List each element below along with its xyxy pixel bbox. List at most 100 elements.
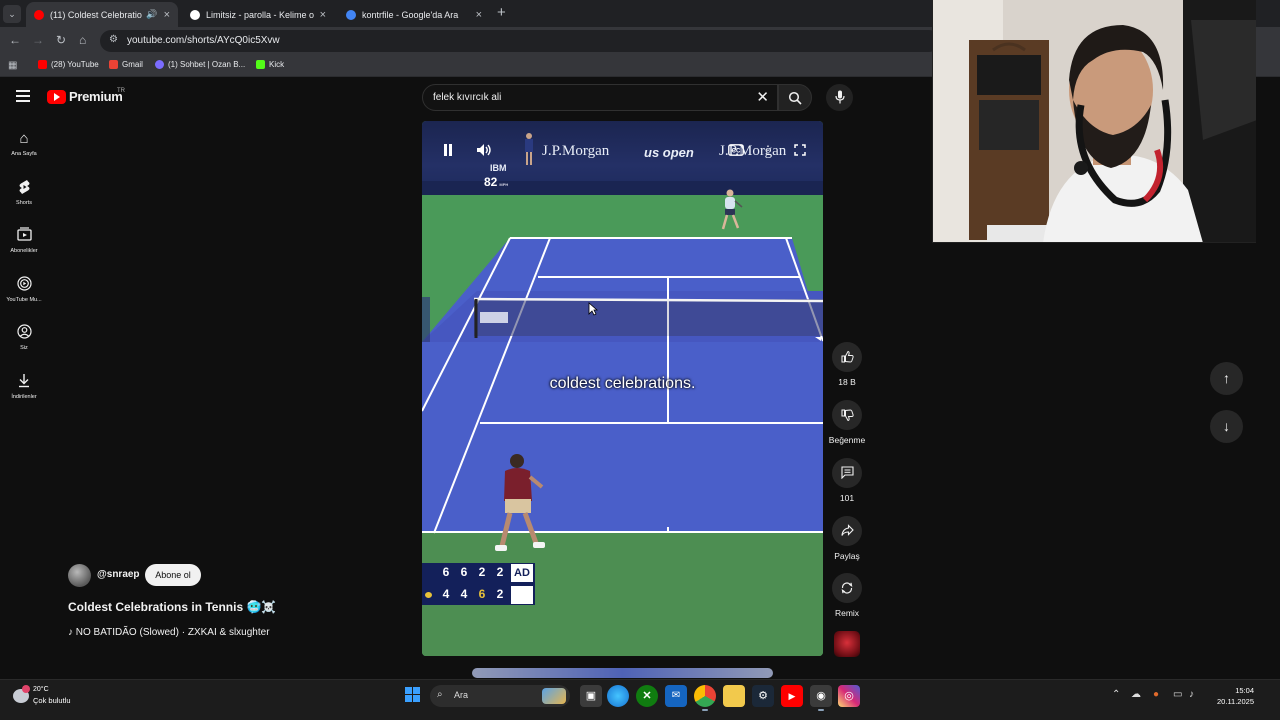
youtube-app-icon[interactable]: ▶ — [781, 685, 803, 707]
system-clock[interactable]: 15:04 20.11.2025 — [1206, 685, 1254, 707]
tab-youtube-short[interactable]: (11) Coldest Celebrations in 🔊 × — [26, 2, 178, 27]
channel-handle[interactable]: @snraep — [97, 569, 140, 580]
xbox-icon[interactable]: ✕ — [636, 685, 658, 707]
sidebar-item-label: Shorts — [16, 200, 32, 206]
file-explorer-icon[interactable] — [723, 685, 745, 707]
sidebar-item-downloads[interactable]: İndirilenler — [0, 373, 48, 400]
speaker-tray-icon[interactable]: ♪ — [1189, 689, 1194, 700]
scoreboard: 6 6 2 2 AD 4 4 6 2 — [422, 563, 535, 605]
windows-taskbar: 20°C Çok bulutlu ⌕ Ara ▣ ✕ ✉ ⚙ ▶ ◉ ◎ ⌃ ☁… — [0, 679, 1280, 720]
search-input[interactable]: felek kıvırcık ali ✕ — [422, 84, 778, 111]
address-input[interactable]: ⚙ youtube.com/shorts/AYcQ0ic5Xvw — [100, 30, 940, 52]
volume-button[interactable] — [472, 138, 496, 162]
reload-icon[interactable]: ↻ — [56, 33, 66, 47]
sidebar-item-label: Siz — [20, 345, 28, 351]
sponsor-jpmorgan-left: J.P.Morgan — [542, 143, 610, 159]
tray-chevron-up-icon[interactable]: ⌃ — [1112, 689, 1120, 700]
share-icon — [832, 516, 862, 546]
search-highlight-icon — [542, 688, 566, 704]
comments-button[interactable]: 101 — [826, 458, 868, 503]
speaker-icon[interactable]: 🔊 — [146, 9, 157, 20]
steam-icon[interactable]: ⚙ — [752, 685, 774, 707]
chrome-icon[interactable] — [694, 685, 716, 711]
taskbar-search-placeholder: Ara — [454, 690, 469, 700]
site-info-icon[interactable]: ⚙ — [109, 34, 118, 45]
score-cell: 2 — [496, 587, 504, 601]
next-short-preview[interactable] — [472, 668, 773, 678]
weather-alert-badge — [22, 685, 30, 693]
sidebar-item-subscriptions[interactable]: Abonelikler — [0, 227, 48, 254]
share-label: Paylaş — [834, 551, 860, 561]
microphone-tray-icon[interactable]: ● — [1153, 689, 1159, 700]
sound-thumbnail[interactable] — [834, 631, 860, 657]
task-view-icon[interactable]: ▣ — [580, 685, 602, 707]
onedrive-cloud-icon[interactable]: ☁ — [1131, 689, 1141, 700]
sidebar-item-home[interactable]: ⌂ Ana Sayfa — [0, 130, 48, 157]
bookmark-gmail[interactable]: Gmail — [109, 60, 143, 69]
svg-text:CC: CC — [732, 149, 741, 155]
shorts-video-player[interactable]: J.P.Morgan us open J.P.Morgan IBM 82 MPH … — [422, 121, 823, 656]
channel-avatar[interactable] — [68, 564, 91, 587]
home-icon: ⌂ — [19, 130, 29, 147]
share-button[interactable]: Paylaş — [826, 516, 868, 561]
close-tab-icon[interactable]: × — [320, 9, 326, 21]
remix-button[interactable]: Remix — [826, 573, 868, 618]
score-cell: 6 — [478, 587, 486, 601]
like-count: 18 B — [838, 377, 856, 387]
forward-icon[interactable]: → — [32, 33, 44, 47]
next-short-button[interactable]: ↓ — [1210, 410, 1243, 443]
tab-google-search[interactable]: kontrfile - Google'da Ara × — [338, 2, 490, 27]
music-track[interactable]: ♪ NO BATIDÃO (Slowed) · ZXKAI & slxughte… — [68, 627, 270, 638]
dislike-button[interactable]: Beğenme — [826, 400, 868, 445]
bookmark-youtube[interactable]: (28) YouTube — [38, 60, 99, 69]
close-tab-icon[interactable]: × — [476, 9, 482, 21]
previous-short-button[interactable]: ↑ — [1210, 362, 1243, 395]
taskbar-search-box[interactable]: ⌕ Ara — [430, 685, 570, 707]
close-tab-icon[interactable]: × — [164, 9, 170, 21]
clear-search-icon[interactable]: ✕ — [756, 88, 769, 106]
windows-start-icon[interactable] — [405, 687, 420, 702]
pause-button[interactable] — [436, 138, 460, 162]
remix-label: Remix — [834, 608, 860, 618]
subscribe-button[interactable]: Abone ol — [145, 564, 201, 586]
network-icon[interactable]: ▭ — [1173, 689, 1182, 700]
new-tab-icon[interactable]: + — [497, 4, 506, 21]
apps-grid-icon[interactable]: ▦ — [8, 60, 17, 71]
back-icon[interactable]: ← — [9, 33, 21, 47]
tab-search-icon[interactable]: ⌄ — [3, 5, 21, 23]
thumbs-up-icon — [832, 342, 862, 372]
captions-button[interactable]: CC — [724, 138, 748, 162]
tab-parolla[interactable]: Limitsiz - parolla - Kelime oyun × — [182, 2, 334, 27]
sidebar-item-shorts[interactable]: Shorts — [0, 179, 48, 206]
youtube-favicon-icon — [34, 9, 44, 20]
outlook-icon[interactable]: ✉ — [665, 685, 687, 707]
serving-ball-icon — [425, 592, 432, 598]
serve-speed-value: 82 — [484, 175, 498, 189]
youtube-premium-logo[interactable]: Premium TR — [47, 88, 125, 104]
fullscreen-button[interactable] — [788, 138, 812, 162]
sidebar-item-you[interactable]: Siz — [0, 324, 48, 351]
edge-icon[interactable] — [607, 685, 629, 707]
obs-icon[interactable]: ◉ — [810, 685, 832, 711]
weather-temperature: 20°C — [33, 686, 49, 693]
arrow-up-icon: ↑ — [1223, 370, 1230, 386]
streamer-webcam — [932, 0, 1256, 243]
like-button[interactable]: 18 B — [826, 342, 868, 387]
bookmark-kick[interactable]: Kick — [256, 60, 284, 69]
more-options-button[interactable]: ⋮ — [756, 138, 780, 162]
sidebar-item-label: Ana Sayfa — [11, 151, 37, 157]
voice-search-button[interactable] — [826, 84, 853, 111]
bookmark-label: (28) YouTube — [51, 60, 99, 69]
menu-icon[interactable] — [16, 90, 30, 102]
remix-icon — [832, 573, 862, 603]
home-icon[interactable]: ⌂ — [79, 33, 86, 47]
weather-description: Çok bulutlu — [33, 696, 71, 705]
bookmark-sohbet[interactable]: (1) Sohbet | Ozan B... — [155, 60, 245, 69]
video-title[interactable]: Coldest Celebrations in Tennis 🥶☠️ — [68, 600, 276, 614]
sidebar-item-label: İndirilenler — [11, 394, 37, 400]
tab-title: kontrfile - Google'da Ara — [362, 9, 459, 20]
search-button[interactable] — [778, 84, 812, 111]
sidebar-item-youtube-music[interactable]: YouTube Mu... — [0, 276, 48, 303]
instagram-icon[interactable]: ◎ — [838, 685, 860, 707]
tab-title: Limitsiz - parolla - Kelime oyun — [206, 9, 314, 20]
